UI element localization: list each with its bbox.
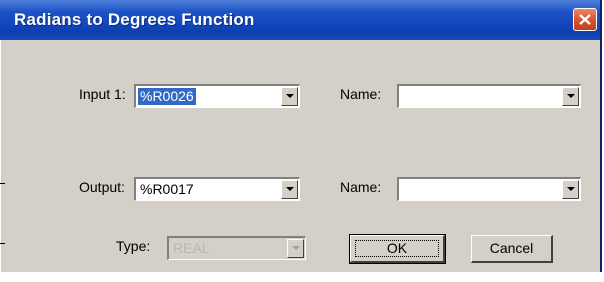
cancel-button[interactable]: Cancel [471,235,553,263]
input1-value: %R0026 [138,88,196,105]
close-button[interactable] [573,8,597,31]
input1-combo[interactable]: %R0026 [134,84,300,108]
input1-dropdown-button[interactable] [281,87,298,106]
input1-name-combo[interactable] [397,84,581,108]
ok-button[interactable]: OK [349,234,446,264]
dialog-title: Radians to Degrees Function [14,10,255,29]
output-combo[interactable]: %R0017 [134,177,300,201]
output-dropdown-button[interactable] [281,180,298,199]
type-combo: REAL [167,236,306,260]
chevron-down-icon [286,187,294,191]
ok-focus-rect [355,240,439,257]
type-dropdown-button [287,239,304,258]
output-name-dropdown-button[interactable] [562,180,579,199]
close-icon [579,14,591,25]
chevron-down-icon [567,187,575,191]
chevron-down-icon [286,94,294,98]
input1-label: Input 1: [79,86,126,102]
output-name-label: Name: [340,179,382,195]
title-bar[interactable]: Radians to Degrees Function [0,0,600,40]
edge-tick [0,183,5,184]
output-name-combo[interactable] [397,177,581,201]
dialog-window: Radians to Degrees Function Input 1: %R0… [0,0,602,272]
chevron-down-icon [292,246,300,250]
input1-name-label: Name: [340,86,382,102]
output-label: Output: [79,179,125,195]
output-value: %R0017 [140,181,194,197]
input1-name-dropdown-button[interactable] [562,87,579,106]
chevron-down-icon [567,94,575,98]
type-label: Type: [116,238,151,254]
type-value: REAL [173,240,210,256]
edge-tick [0,243,5,244]
cancel-button-label: Cancel [489,240,534,256]
window-left-edge [0,40,1,272]
